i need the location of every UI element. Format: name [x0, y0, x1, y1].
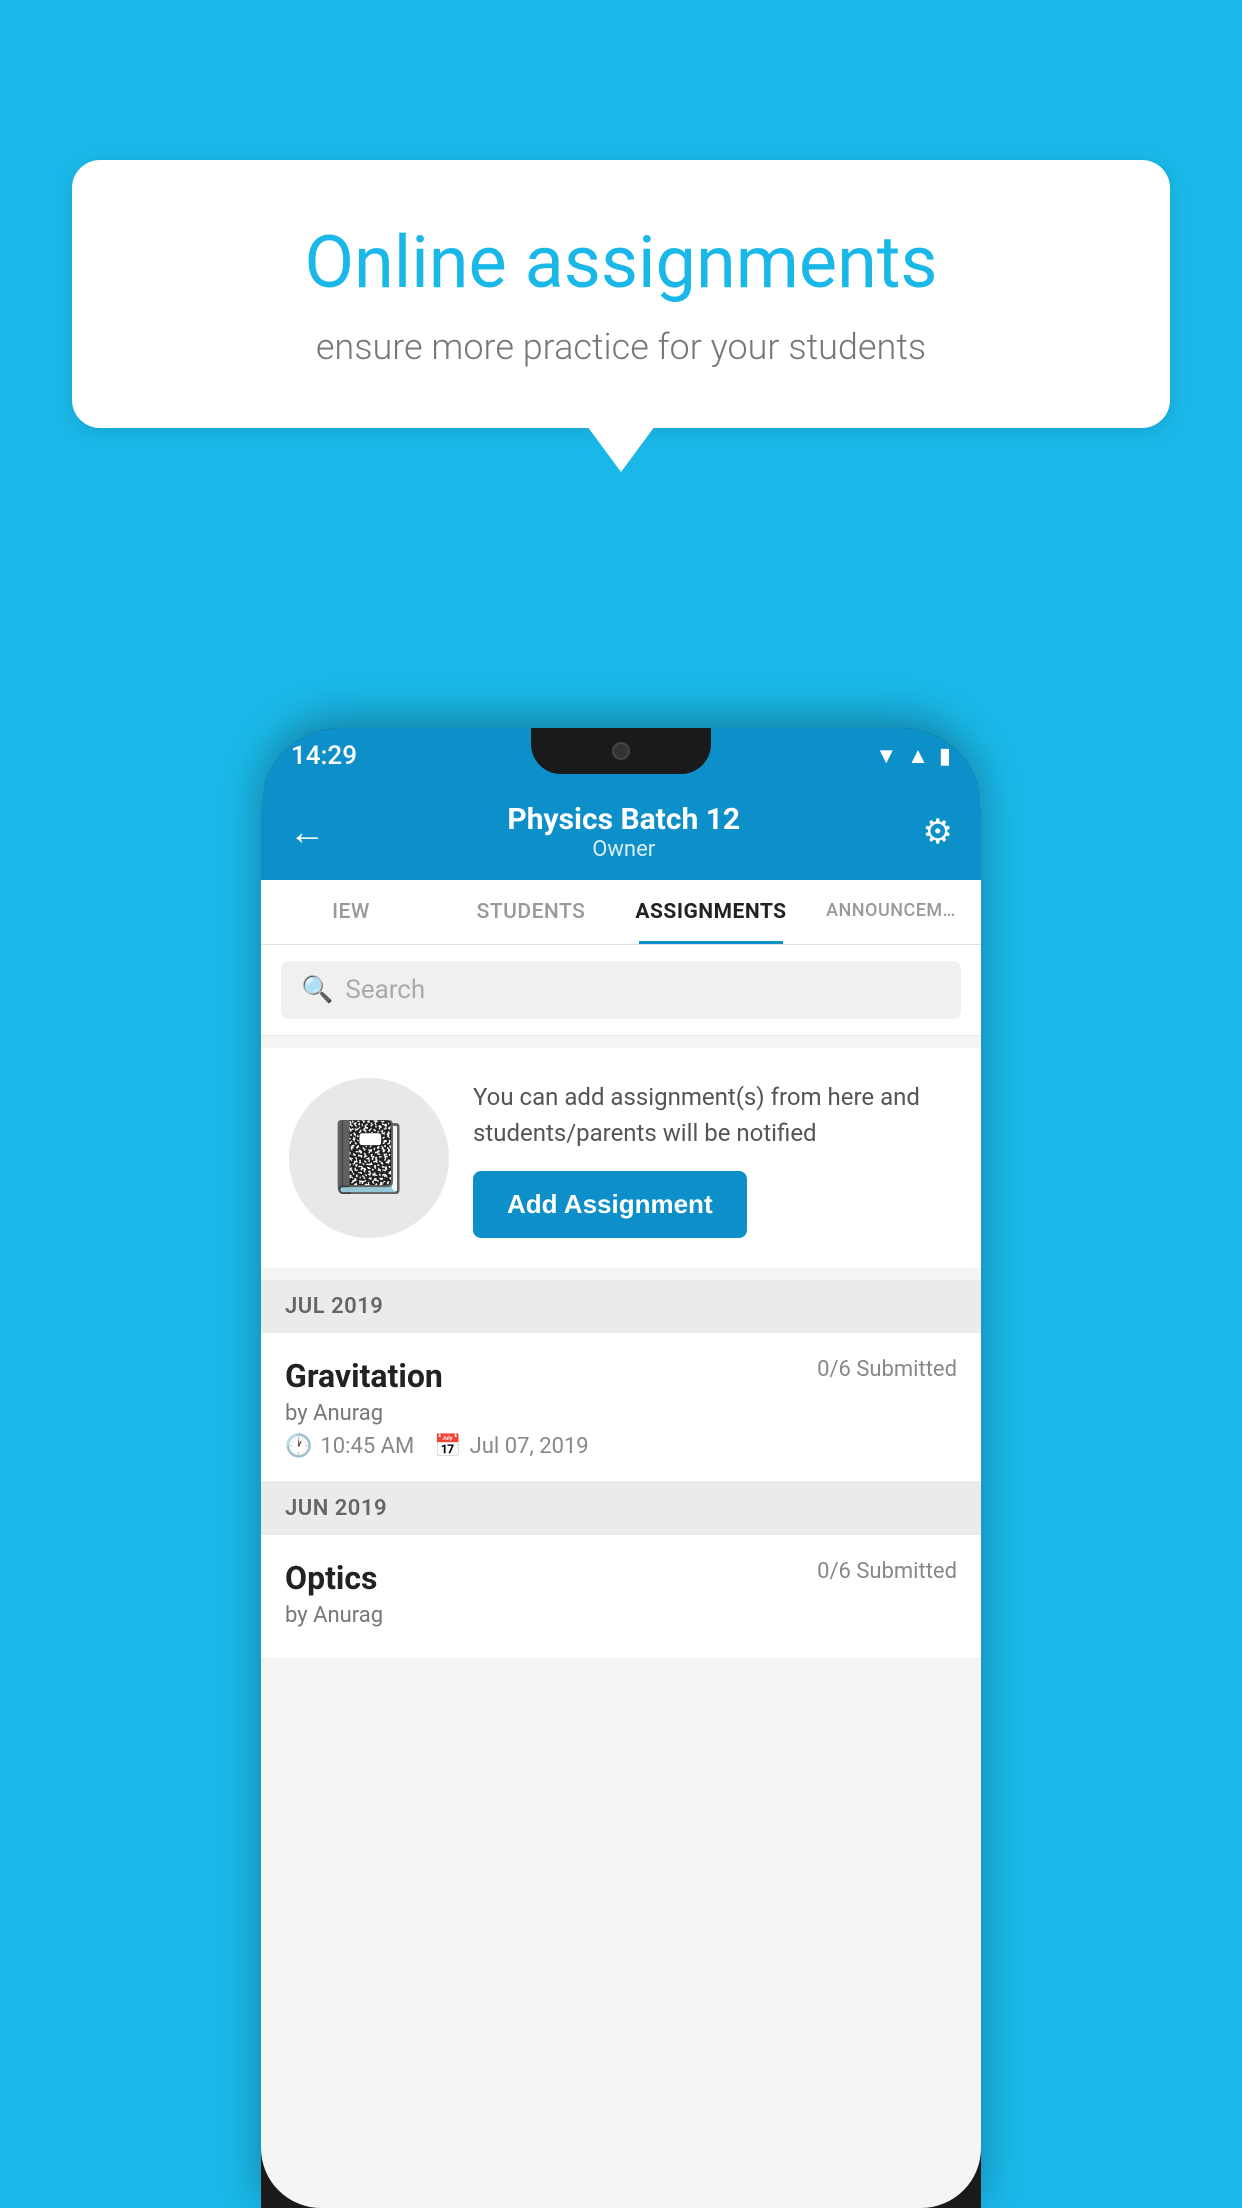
- phone-frame: 14:29 ▼ ▲ ▮ ← Physics Batch 12 Owner ⚙ I…: [261, 728, 981, 2208]
- promo-content: You can add assignment(s) from here and …: [473, 1079, 953, 1238]
- assignment-row-top-optics: Optics 0/6 Submitted: [285, 1559, 957, 1597]
- section-header-jul: JUL 2019: [261, 1280, 981, 1333]
- search-bar[interactable]: 🔍 Search: [281, 961, 961, 1019]
- promo-description: You can add assignment(s) from here and …: [473, 1079, 953, 1151]
- assignment-by-gravitation: by Anurag: [285, 1401, 957, 1426]
- back-button[interactable]: ←: [289, 811, 325, 853]
- assignment-item-gravitation[interactable]: Gravitation 0/6 Submitted by Anurag 🕐 10…: [261, 1333, 981, 1482]
- assignment-time-value: 10:45 AM: [320, 1434, 414, 1459]
- section-header-jun: JUN 2019: [261, 1482, 981, 1535]
- promo-icon-circle: 📓: [289, 1078, 449, 1238]
- speech-bubble: Online assignments ensure more practice …: [72, 160, 1170, 428]
- assignment-meta-gravitation: 🕐 10:45 AM 📅 Jul 07, 2019: [285, 1434, 957, 1459]
- assignment-submitted-optics: 0/6 Submitted: [817, 1559, 957, 1584]
- battery-icon: ▮: [939, 744, 951, 769]
- search-container: 🔍 Search: [261, 945, 981, 1036]
- assignment-by-optics: by Anurag: [285, 1603, 957, 1628]
- status-time: 14:29: [291, 741, 357, 771]
- header-center: Physics Batch 12 Owner: [507, 802, 740, 862]
- status-bar: 14:29 ▼ ▲ ▮: [261, 728, 981, 784]
- app-header: ← Physics Batch 12 Owner ⚙: [261, 784, 981, 880]
- calendar-icon: 📅: [434, 1434, 461, 1459]
- bubble-subtitle: ensure more practice for your students: [142, 326, 1100, 368]
- search-icon: 🔍: [301, 975, 333, 1005]
- tab-students[interactable]: STUDENTS: [441, 880, 621, 944]
- status-icons: ▼ ▲ ▮: [875, 743, 951, 769]
- tab-assignments[interactable]: ASSIGNMENTS: [621, 880, 801, 944]
- assignment-date-value: Jul 07, 2019: [470, 1434, 589, 1459]
- speech-bubble-container: Online assignments ensure more practice …: [72, 160, 1170, 428]
- add-assignment-button[interactable]: Add Assignment: [473, 1171, 747, 1238]
- promo-card: 📓 You can add assignment(s) from here an…: [261, 1048, 981, 1268]
- assignment-time: 🕐 10:45 AM: [285, 1434, 414, 1459]
- tab-announcements[interactable]: ANNOUNCEM…: [801, 880, 981, 944]
- notebook-icon: 📓: [325, 1117, 412, 1199]
- assignment-date: 📅 Jul 07, 2019: [434, 1434, 588, 1459]
- assignment-name-optics: Optics: [285, 1559, 377, 1597]
- tab-iew[interactable]: IEW: [261, 880, 441, 944]
- assignment-submitted-gravitation: 0/6 Submitted: [817, 1357, 957, 1382]
- notch: [531, 728, 711, 774]
- settings-button[interactable]: ⚙: [923, 812, 953, 852]
- assignment-item-optics[interactable]: Optics 0/6 Submitted by Anurag: [261, 1535, 981, 1659]
- header-subtitle: Owner: [507, 837, 740, 862]
- front-camera: [612, 742, 630, 760]
- bubble-title: Online assignments: [142, 220, 1100, 306]
- signal-icon: ▲: [907, 743, 929, 769]
- app-screen: ← Physics Batch 12 Owner ⚙ IEW STUDENTS …: [261, 784, 981, 2208]
- wifi-icon: ▼: [875, 743, 897, 769]
- assignment-name-gravitation: Gravitation: [285, 1357, 443, 1395]
- clock-icon: 🕐: [285, 1434, 312, 1459]
- assignment-row-top: Gravitation 0/6 Submitted: [285, 1357, 957, 1395]
- header-title: Physics Batch 12: [507, 802, 740, 837]
- tab-bar: IEW STUDENTS ASSIGNMENTS ANNOUNCEM…: [261, 880, 981, 945]
- search-placeholder-text: Search: [345, 975, 425, 1005]
